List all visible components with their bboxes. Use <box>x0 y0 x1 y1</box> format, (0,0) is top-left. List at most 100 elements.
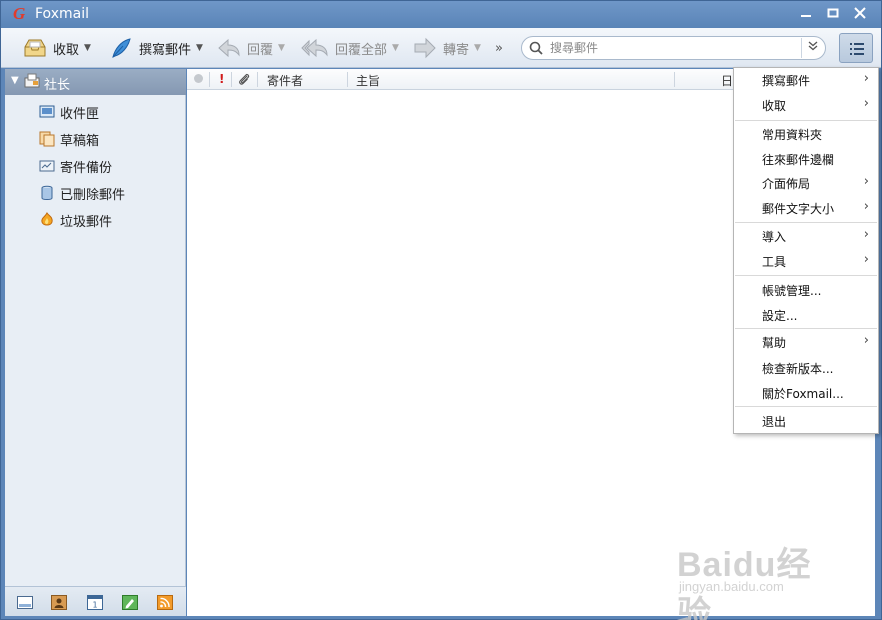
junk-icon <box>39 212 55 228</box>
contacts-icon[interactable] <box>51 595 67 610</box>
baidu-watermark: Baidu经验 jingyan.baidu.com <box>677 531 837 620</box>
menu-item-label: 郵件文字大小 <box>762 202 835 216</box>
toolbar: 收取 ▼ 撰寫郵件 ▼ 回覆 ▼ 回覆全部 ▼ 轉寄 ▼ » 搜尋郵件 <box>1 28 881 68</box>
maximize-button[interactable] <box>824 6 842 24</box>
menu-item-label: 幫助 <box>762 336 787 350</box>
inbox-icon <box>39 104 55 120</box>
menu-item-favorite-folders[interactable]: 常用資料夾 <box>734 123 878 145</box>
maximize-icon <box>827 8 839 18</box>
attachment-column-icon[interactable] <box>237 72 251 86</box>
notes-icon[interactable] <box>122 595 138 610</box>
calendar-icon[interactable]: 1 <box>87 595 103 610</box>
reply-all-button[interactable]: 回覆全部 ▼ <box>301 34 399 62</box>
chevron-down-icon: ▼ <box>196 43 203 53</box>
column-divider <box>231 72 232 87</box>
main-menu-dropdown: 撰寫郵件 › 收取 › 常用資料夾 往來郵件邊欄 介面佈局 › 郵件文字大小 ›… <box>733 67 879 434</box>
sender-column-header[interactable]: 寄件者 <box>267 72 303 89</box>
forward-button[interactable]: 轉寄 ▼ <box>413 34 481 62</box>
folder-deleted[interactable]: 已刪除郵件 <box>39 183 125 203</box>
account-icon <box>24 73 40 89</box>
mail-icon[interactable] <box>17 595 33 610</box>
chevron-down-icon: ▼ <box>474 43 481 53</box>
date-column-header[interactable]: 日 <box>721 72 733 89</box>
close-icon <box>854 7 866 19</box>
menu-item-label: 導入 <box>762 230 787 244</box>
column-divider <box>257 72 258 87</box>
folder-drafts[interactable]: 草稿箱 <box>39 129 99 149</box>
folder-label: 已刪除郵件 <box>60 187 126 203</box>
reply-label: 回覆 <box>247 42 274 58</box>
forward-arrow-icon <box>413 37 437 59</box>
menu-separator <box>735 275 877 276</box>
expand-triangle-icon[interactable]: ▼ <box>11 75 19 86</box>
trash-icon <box>39 185 55 201</box>
title-bar: G Foxmail <box>1 1 881 28</box>
menu-separator <box>735 406 877 407</box>
search-options-button[interactable] <box>801 38 823 58</box>
menu-item-account-manager[interactable]: 帳號管理... <box>734 279 878 301</box>
menu-item-compose[interactable]: 撰寫郵件 › <box>734 69 878 91</box>
menu-item-label: 撰寫郵件 <box>762 74 811 88</box>
watermark-url: jingyan.baidu.com <box>679 579 784 594</box>
chevron-down-icon: ▼ <box>84 43 91 53</box>
menu-item-text-size[interactable]: 郵件文字大小 › <box>734 197 878 219</box>
read-status-column-icon[interactable] <box>194 74 203 83</box>
chevron-right-icon: › <box>863 174 869 189</box>
column-divider <box>674 72 675 87</box>
module-switcher-bar: 1 <box>5 586 186 616</box>
menu-item-label: 檢查新版本... <box>762 362 834 376</box>
main-menu-button[interactable] <box>839 33 873 63</box>
menu-item-label: 往來郵件邊欄 <box>762 153 835 167</box>
account-row[interactable]: ▼ 社长 <box>5 69 186 95</box>
folder-junk[interactable]: 垃圾郵件 <box>39 210 112 230</box>
menu-separator <box>735 222 877 223</box>
menu-item-layout[interactable]: 介面佈局 › <box>734 172 878 194</box>
foxmail-logo-icon: G <box>13 4 26 23</box>
menu-item-label: 常用資料夾 <box>762 128 823 142</box>
minimize-button[interactable] <box>797 6 815 24</box>
chevron-right-icon: › <box>863 227 869 242</box>
more-tools-button[interactable]: » <box>495 34 503 62</box>
compose-button[interactable]: 撰寫郵件 ▼ <box>109 34 203 62</box>
menu-separator <box>735 328 877 329</box>
chevron-right-icon: › <box>863 199 869 214</box>
chevron-right-icon: › <box>863 252 869 267</box>
menu-list-icon <box>850 43 864 55</box>
folder-inbox[interactable]: 收件匣 <box>39 102 99 122</box>
chevron-down-icon: ▼ <box>278 43 285 53</box>
subject-column-header[interactable]: 主旨 <box>356 72 380 89</box>
close-button[interactable] <box>851 6 869 24</box>
chevron-right-icon: › <box>863 96 869 111</box>
receive-button[interactable]: 收取 ▼ <box>23 34 91 62</box>
menu-item-about[interactable]: 關於Foxmail... <box>734 382 878 404</box>
more-tools-label: » <box>495 40 503 56</box>
rss-icon[interactable] <box>157 595 173 610</box>
forward-label: 轉寄 <box>443 42 470 58</box>
menu-item-exit[interactable]: 退出 <box>734 410 878 432</box>
menu-item-label: 退出 <box>762 415 787 429</box>
folder-sent[interactable]: 寄件備份 <box>39 156 112 176</box>
menu-item-check-update[interactable]: 檢查新版本... <box>734 357 878 379</box>
compose-label: 撰寫郵件 <box>139 42 192 58</box>
priority-column-header[interactable]: ! <box>219 72 224 86</box>
folder-label: 寄件備份 <box>60 160 113 176</box>
account-name: 社长 <box>44 78 71 93</box>
chevron-right-icon: › <box>863 71 869 86</box>
menu-item-help[interactable]: 幫助 › <box>734 331 878 353</box>
reply-arrow-icon <box>217 37 241 59</box>
column-divider <box>347 72 348 87</box>
search-box <box>521 36 826 60</box>
menu-item-label: 設定... <box>762 309 798 323</box>
menu-item-settings[interactable]: 設定... <box>734 304 878 326</box>
sent-icon <box>39 158 55 174</box>
menu-item-tools[interactable]: 工具 › <box>734 250 878 272</box>
menu-item-correspondence-sidebar[interactable]: 往來郵件邊欄 <box>734 148 878 170</box>
folder-label: 收件匣 <box>60 106 100 122</box>
menu-item-receive[interactable]: 收取 › <box>734 94 878 116</box>
menu-separator <box>735 120 877 121</box>
reply-button[interactable]: 回覆 ▼ <box>217 34 285 62</box>
feather-pen-icon <box>109 37 133 59</box>
chevron-down-icon: ▼ <box>392 43 399 53</box>
search-input[interactable] <box>550 40 790 56</box>
menu-item-import[interactable]: 導入 › <box>734 225 878 247</box>
